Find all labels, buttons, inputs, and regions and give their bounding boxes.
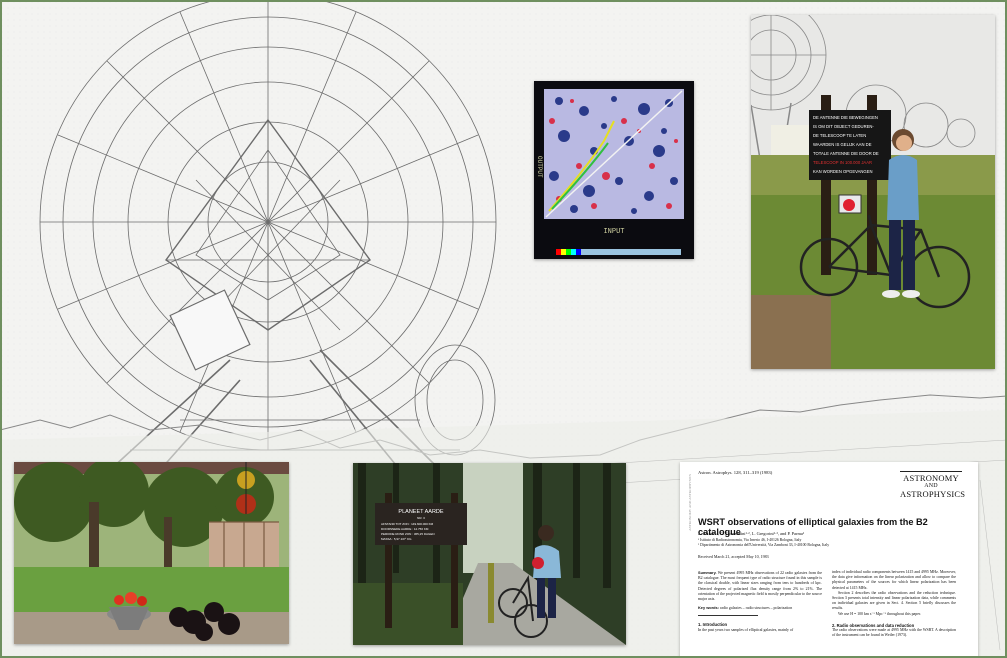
- paper-affiliations: ¹ Istituto di Radioastronomia, Via Irner…: [698, 538, 830, 547]
- svg-text:DE TELESCOOP TE LATEN: DE TELESCOOP TE LATEN: [813, 133, 866, 138]
- paper-received: Received March 21, accepted May 10, 1983: [698, 554, 769, 559]
- right-col-text-2: Section 2 describes the radio observatio…: [832, 590, 956, 611]
- svg-text:KAN WORDEN OPGEVANGEN: KAN WORDEN OPGEVANGEN: [813, 169, 873, 174]
- right-col-text-3: We use H = 100 km s⁻¹ Mpc⁻¹ throughout t…: [838, 611, 921, 616]
- monitor-axis-output: OUTPUT: [536, 156, 543, 178]
- svg-text:MASSA : 5,97·10²⁴ KG: MASSA : 5,97·10²⁴ KG: [381, 537, 412, 541]
- keywords-label: Key words:: [698, 605, 719, 611]
- svg-text:DE ANTENNE DIE BEWEGINGEN: DE ANTENNE DIE BEWEGINGEN: [813, 115, 878, 120]
- paper-side-stamp: ASTRONOMY AND ASTROPHYSICS: [688, 474, 692, 531]
- paper-column-left: Summary. We present 4995 MHz observation…: [698, 570, 822, 633]
- svg-text:TELESCOOP IN 100.000 JAAR: TELESCOOP IN 100.000 JAAR: [813, 160, 872, 165]
- paper-column-right: index of individual radio components bet…: [832, 570, 956, 638]
- svg-text:PERIODE ROND ZON : 365,25 DAGE: PERIODE ROND ZON : 365,25 DAGEN: [381, 532, 435, 536]
- monitor-axis-input: INPUT: [603, 228, 624, 236]
- svg-text:IS OM DIT OBJECT GEDUREN-: IS OM DIT OBJECT GEDUREN-: [813, 124, 874, 129]
- svg-text:AFSTAND TOT ZON : 149.600.000: AFSTAND TOT ZON : 149.600.000 KM: [381, 522, 434, 526]
- paper-citation: Astron. Astrophys. 128, 311–319 (1983): [698, 470, 773, 475]
- right-col-text-1: index of individual radio components bet…: [832, 570, 956, 590]
- keywords-text: radio galaxies – radio structures – pola…: [719, 606, 793, 611]
- photo-woman-bicycle-sign: DE ANTENNE DIE BEWEGINGEN IS OM DIT OBJE…: [751, 15, 995, 369]
- journal-logo: ASTRONOMY AND ASTROPHYSICS: [900, 471, 966, 499]
- svg-text:DOORSNEDE AARDE : 12.756 KM: DOORSNEDE AARDE : 12.756 KM: [381, 527, 429, 531]
- intro-text: In the past years two samples of ellipti…: [698, 627, 794, 632]
- summary-label: Summary.: [698, 570, 717, 575]
- photo-forest-path-sign: PLANEET AARDE NR. 3 AFSTAND TOT ZON : 14…: [353, 463, 626, 645]
- monitor-correlation-display: INPUT OUTPUT: [534, 81, 694, 259]
- photo-garden-patio: [14, 462, 289, 644]
- svg-text:TOTALE ANTENNE DIE DOOR DE: TOTALE ANTENNE DIE DOOR DE: [813, 151, 879, 156]
- svg-text:WAARDEN IS GELIJK AAN DE: WAARDEN IS GELIJK AAN DE: [813, 142, 872, 147]
- svg-text:NR. 3: NR. 3: [417, 516, 425, 520]
- observations-text: The radio observations were made at 4995…: [832, 628, 956, 638]
- paper-first-page: ASTRONOMY AND ASTROPHYSICS Astron. Astro…: [680, 462, 978, 658]
- paper-authors: L. Parma¹·², G. Giovannini¹·², L. Gregor…: [698, 531, 805, 536]
- summary-text: We present 4995 MHz observations of 22 r…: [698, 571, 822, 602]
- sign-2-title: PLANEET AARDE: [398, 509, 443, 515]
